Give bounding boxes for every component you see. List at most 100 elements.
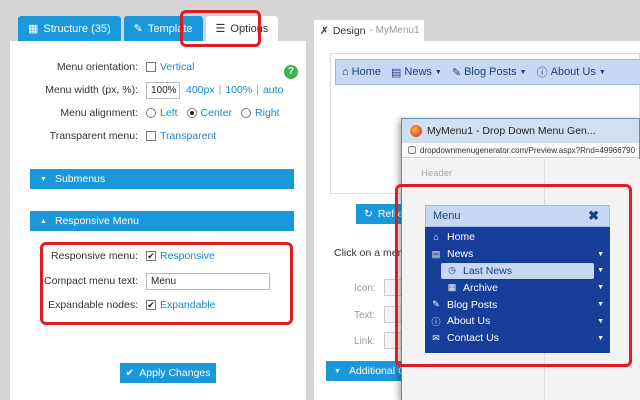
caret-down-icon: ▼ bbox=[334, 367, 341, 375]
separator: | bbox=[218, 84, 222, 96]
caret-down-icon: ▼ bbox=[40, 175, 47, 183]
feather-icon: ✎ bbox=[432, 299, 440, 310]
menubar-item-label: News bbox=[404, 66, 432, 78]
menubar-item-label: About Us bbox=[550, 66, 596, 78]
menubar-item-blog[interactable]: ✎ Blog Posts ▼ bbox=[452, 66, 527, 79]
left-tabs: ▦ Structure (35) ✎ Template ☰ Options bbox=[18, 16, 279, 41]
responsive-menu-item-label: Archive bbox=[463, 281, 499, 294]
responsive-row: Responsive menu: ✔ Responsive bbox=[10, 247, 306, 265]
alignment-row: Menu alignment: Left Center Right bbox=[10, 104, 306, 122]
chevron-down-icon[interactable]: ▼ bbox=[597, 284, 604, 291]
responsive-menu-item-label: About Us bbox=[447, 315, 491, 328]
responsive-menu-item[interactable]: ✉ Contact Us ▼ bbox=[429, 330, 606, 347]
menubar-item-home[interactable]: ⌂ Home bbox=[342, 66, 381, 78]
design-subtitle: - MyMenu1 bbox=[369, 25, 420, 36]
responsive-menu-item-label: Home bbox=[447, 231, 476, 244]
tab-options[interactable]: ☰ Options bbox=[205, 16, 279, 41]
responsive-menu-item[interactable]: ▦ Archive ▼ bbox=[429, 279, 606, 296]
responsive-menu-item[interactable]: ⌂ Home bbox=[429, 229, 606, 246]
expandable-checkbox[interactable]: ✔ bbox=[146, 300, 156, 310]
refresh-icon: ↻ bbox=[364, 208, 373, 220]
design-tab[interactable]: ✗ Design - MyMenu1 bbox=[314, 20, 424, 41]
transparent-link[interactable]: Transparent bbox=[160, 130, 216, 142]
address-bar[interactable]: dropdownmenugenerator.com/Preview.aspx?R… bbox=[402, 143, 639, 158]
width-label: Menu width (px, %): bbox=[45, 84, 138, 96]
brush-icon: ✎ bbox=[133, 23, 143, 35]
preview-menubar: ⌂ Home ▤ News ▼ ✎ Blog Posts ▼ ⓘ About U… bbox=[335, 59, 640, 85]
expandable-link[interactable]: Expandable bbox=[160, 299, 215, 311]
compact-text-input[interactable]: Menu bbox=[146, 272, 270, 290]
responsive-menu-item[interactable]: ▤ News ▼ bbox=[429, 246, 606, 263]
chevron-down-icon[interactable]: ▼ bbox=[597, 251, 604, 258]
responsive-menu-item[interactable]: ◷ Last News ▼ bbox=[441, 262, 604, 280]
submenus-section-label: Submenus bbox=[54, 173, 106, 185]
newspaper-icon: ▤ bbox=[431, 248, 441, 259]
options-body: ? Menu orientation: Vertical Menu width … bbox=[10, 41, 306, 400]
vertical-checkbox[interactable] bbox=[146, 62, 156, 72]
responsive-menu-item-label: News bbox=[447, 248, 474, 261]
align-left-radio[interactable] bbox=[146, 108, 156, 118]
compact-row: Compact menu text: Menu bbox=[10, 272, 306, 290]
menubar-item-about[interactable]: ⓘ About Us ▼ bbox=[537, 64, 606, 80]
chevron-down-icon[interactable]: ▼ bbox=[597, 267, 604, 274]
link-prop-label: Link: bbox=[354, 336, 376, 347]
responsive-menu-item-label: Contact Us bbox=[447, 332, 499, 345]
feather-icon: ✎ bbox=[451, 66, 462, 79]
align-center-radio[interactable] bbox=[186, 108, 197, 118]
tab-template[interactable]: ✎ Template bbox=[123, 16, 203, 41]
close-icon[interactable]: ✖ bbox=[588, 208, 599, 224]
width-preset-auto[interactable]: auto bbox=[263, 84, 283, 96]
address-url: dropdownmenugenerator.com/Preview.aspx?R… bbox=[420, 145, 636, 155]
separator: | bbox=[256, 84, 259, 96]
responsive-link[interactable]: Responsive bbox=[160, 250, 215, 262]
preview-window: MyMenu1 - Drop Down Menu Gen... dropdown… bbox=[401, 118, 640, 400]
tab-structure[interactable]: ▦ Structure (35) bbox=[18, 16, 121, 41]
tab-template-label: Template bbox=[147, 22, 193, 35]
transparent-row: Transparent menu: Transparent bbox=[10, 127, 306, 145]
align-right-label[interactable]: Right bbox=[255, 107, 280, 119]
tab-structure-label: Structure (35) bbox=[43, 22, 111, 35]
width-input[interactable]: 100% bbox=[146, 81, 180, 99]
window-title: MyMenu1 - Drop Down Menu Gen... bbox=[427, 125, 596, 137]
chevron-down-icon: ▼ bbox=[598, 68, 606, 76]
check-icon: ✔ bbox=[125, 367, 135, 379]
chevron-down-icon[interactable]: ▼ bbox=[597, 301, 604, 308]
apply-changes-label: Apply Changes bbox=[139, 367, 211, 379]
expandable-label: Expandable nodes: bbox=[48, 299, 138, 311]
expandable-row: Expandable nodes: ✔ Expandable bbox=[10, 296, 306, 314]
responsive-menu-header[interactable]: Menu ✖ bbox=[425, 205, 610, 227]
align-right-radio[interactable] bbox=[241, 108, 252, 118]
menubar-item-label: Home bbox=[351, 66, 381, 78]
envelope-icon: ✉ bbox=[432, 332, 440, 343]
align-center-label[interactable]: Center bbox=[201, 107, 233, 119]
page-icon bbox=[408, 146, 416, 154]
width-preset-100[interactable]: 100% bbox=[225, 84, 252, 96]
responsive-menu: Menu ✖ ⌂ Home ▤ News ▼ ◷ Last News ▼ ▦ Archive ▼ ✎ B… bbox=[425, 205, 610, 353]
orientation-label: Menu orientation: bbox=[56, 61, 138, 73]
tab-options-label: Options bbox=[230, 22, 269, 35]
responsive-section[interactable]: ▲ Responsive Menu bbox=[30, 211, 294, 231]
list-icon: ☰ bbox=[215, 23, 226, 35]
submenus-section[interactable]: ▼ Submenus bbox=[30, 169, 294, 189]
apply-changes-button[interactable]: ✔ Apply Changes bbox=[120, 363, 216, 383]
tools-icon: ✗ bbox=[320, 24, 329, 37]
menubar-item-news[interactable]: ▤ News ▼ bbox=[391, 66, 442, 79]
responsive-checkbox[interactable]: ✔ bbox=[146, 251, 156, 261]
calendar-icon: ▦ bbox=[447, 282, 457, 293]
alignment-label: Menu alignment: bbox=[60, 107, 138, 119]
info-icon: ⓘ bbox=[536, 67, 548, 79]
vertical-link[interactable]: Vertical bbox=[160, 61, 194, 73]
width-preset-400px[interactable]: 400px bbox=[186, 84, 215, 96]
firefox-icon bbox=[410, 125, 422, 137]
newspaper-icon: ▤ bbox=[391, 66, 402, 79]
responsive-menu-item[interactable]: ✎ Blog Posts ▼ bbox=[429, 296, 606, 313]
window-titlebar[interactable]: MyMenu1 - Drop Down Menu Gen... bbox=[402, 119, 639, 143]
chevron-down-icon[interactable]: ▼ bbox=[597, 318, 604, 325]
transparent-checkbox[interactable] bbox=[146, 131, 156, 141]
chevron-down-icon[interactable]: ▼ bbox=[597, 335, 604, 342]
home-icon: ⌂ bbox=[433, 232, 439, 243]
preview-header: Header bbox=[421, 168, 453, 179]
responsive-menu-item[interactable]: ⓘ About Us ▼ bbox=[429, 313, 606, 330]
align-left-label[interactable]: Left bbox=[160, 107, 178, 119]
width-row: Menu width (px, %): 100% 400px | 100% | … bbox=[10, 81, 306, 99]
